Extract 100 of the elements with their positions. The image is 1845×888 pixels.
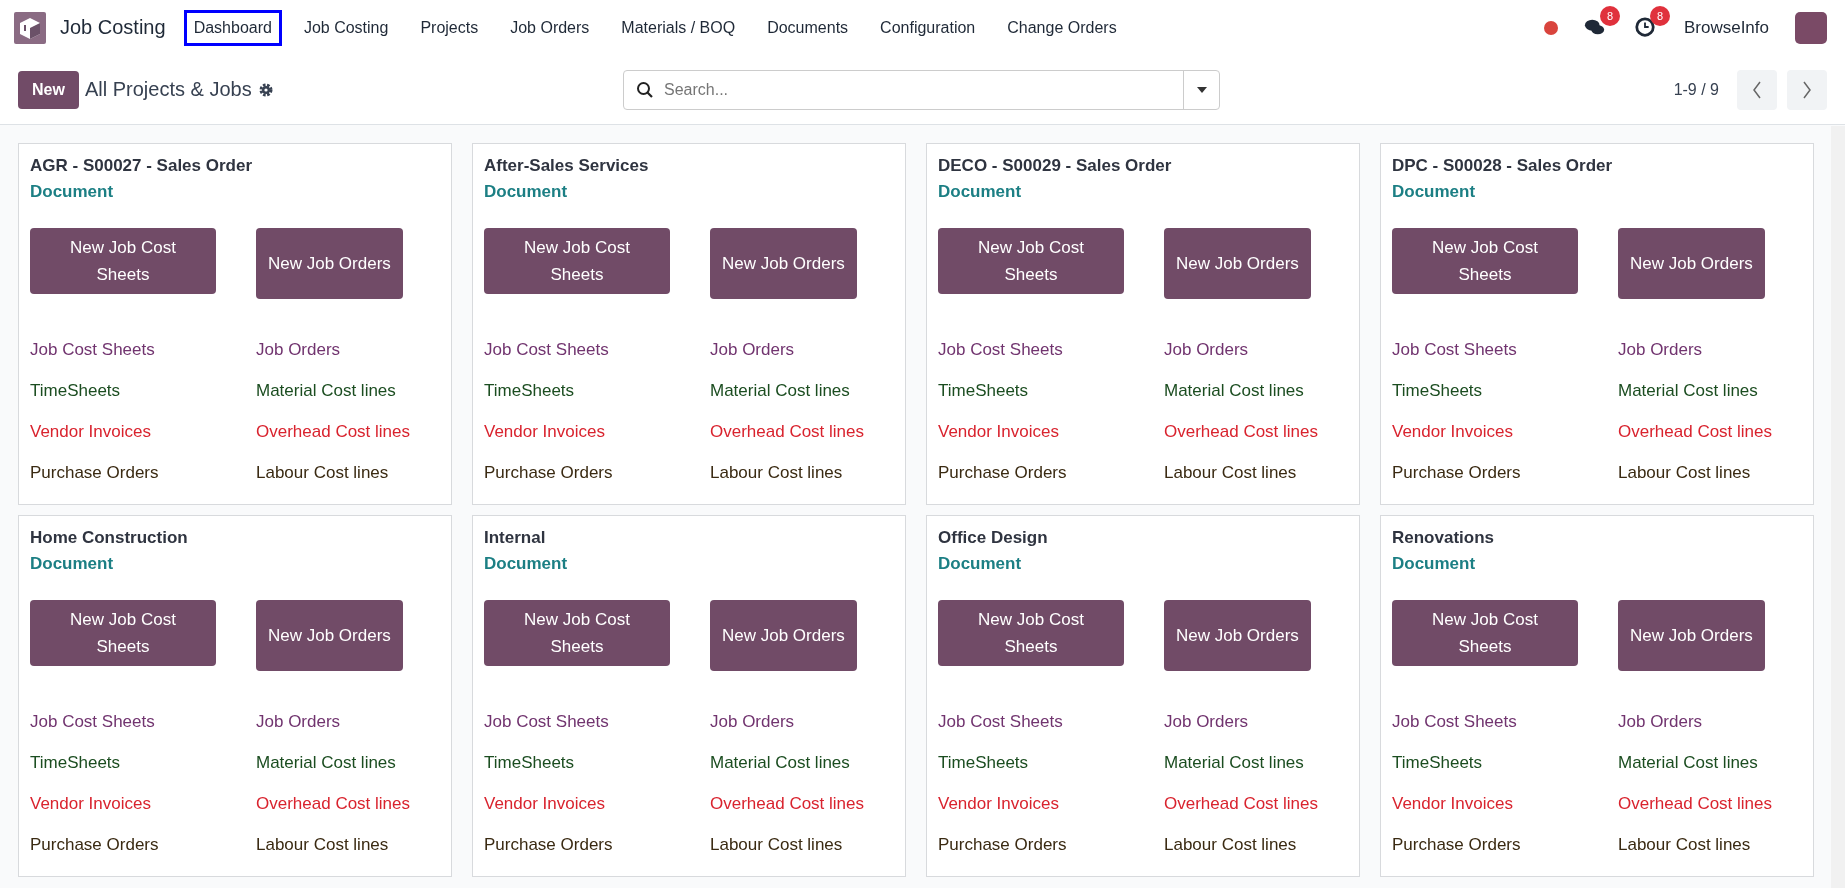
record-link[interactable]: Overhead Cost lines bbox=[1618, 793, 1773, 814]
record-link[interactable]: Vendor Invoices bbox=[938, 793, 1059, 814]
menu-item[interactable]: Job Orders bbox=[500, 9, 600, 46]
record-link[interactable]: Material Cost lines bbox=[1618, 380, 1758, 401]
record-link[interactable]: Job Cost Sheets bbox=[1392, 339, 1517, 360]
record-link[interactable]: Job Orders bbox=[256, 339, 341, 360]
new-button[interactable]: New bbox=[18, 70, 79, 109]
document-link[interactable]: Document bbox=[1392, 554, 1476, 574]
clock-icon[interactable] bbox=[1633, 15, 1656, 38]
record-link[interactable]: Material Cost lines bbox=[710, 752, 850, 773]
document-link[interactable]: Document bbox=[30, 554, 114, 574]
project-card[interactable]: AGR - S00027 - Sales Order Document New Job Cost Sheets New Job Orders Job Cost Sheets Job Orders TimeSheets Material Cost lines Vendor Invoices Overhead Cost lines Purchase Orders Labour Cost lines bbox=[18, 143, 452, 505]
create-button[interactable]: New Job Cost Sheets bbox=[1392, 228, 1578, 294]
record-link[interactable]: Labour Cost lines bbox=[1164, 834, 1297, 855]
menu-item[interactable]: Dashboard bbox=[183, 9, 282, 46]
create-button[interactable]: New Job Orders bbox=[256, 600, 403, 671]
record-link[interactable]: Labour Cost lines bbox=[256, 834, 389, 855]
document-link[interactable]: Document bbox=[938, 554, 1022, 574]
record-link[interactable]: Vendor Invoices bbox=[30, 793, 151, 814]
record-link[interactable]: Job Orders bbox=[1164, 711, 1249, 732]
create-button[interactable]: New Job Orders bbox=[710, 228, 857, 299]
record-link[interactable]: TimeSheets bbox=[1392, 380, 1483, 401]
record-link[interactable]: Material Cost lines bbox=[1164, 752, 1304, 773]
record-link[interactable]: Vendor Invoices bbox=[1392, 793, 1513, 814]
record-link[interactable]: Job Cost Sheets bbox=[30, 711, 155, 732]
record-link[interactable]: TimeSheets bbox=[1392, 752, 1483, 773]
create-button[interactable]: New Job Cost Sheets bbox=[484, 228, 670, 294]
record-link[interactable]: Purchase Orders bbox=[484, 462, 613, 483]
document-link[interactable]: Document bbox=[938, 182, 1022, 202]
create-button[interactable]: New Job Cost Sheets bbox=[938, 600, 1124, 666]
user-avatar[interactable] bbox=[1795, 11, 1827, 44]
record-link[interactable]: Labour Cost lines bbox=[710, 462, 843, 483]
record-link[interactable]: Labour Cost lines bbox=[1618, 462, 1751, 483]
record-link[interactable]: Job Cost Sheets bbox=[1392, 711, 1517, 732]
record-link[interactable]: Purchase Orders bbox=[1392, 834, 1521, 855]
record-link[interactable]: Material Cost lines bbox=[256, 380, 396, 401]
record-link[interactable]: Labour Cost lines bbox=[256, 462, 389, 483]
record-link[interactable]: Vendor Invoices bbox=[938, 421, 1059, 442]
record-link[interactable]: TimeSheets bbox=[30, 380, 121, 401]
record-link[interactable]: Purchase Orders bbox=[30, 462, 159, 483]
record-link[interactable]: Material Cost lines bbox=[1164, 380, 1304, 401]
record-link[interactable]: Overhead Cost lines bbox=[256, 793, 411, 814]
create-button[interactable]: New Job Cost Sheets bbox=[938, 228, 1124, 294]
project-card[interactable]: Office Design Document New Job Cost Sheets New Job Orders Job Cost Sheets Job Orders TimeSheets Material Cost lines Vendor Invoices Overhead Cost lines Purchase Orders Labour Cost lines bbox=[926, 515, 1360, 877]
create-button[interactable]: New Job Orders bbox=[1618, 228, 1765, 299]
record-link[interactable]: Job Orders bbox=[256, 711, 341, 732]
record-link[interactable]: TimeSheets bbox=[938, 752, 1029, 773]
record-link[interactable]: Job Cost Sheets bbox=[484, 711, 609, 732]
record-link[interactable]: TimeSheets bbox=[30, 752, 121, 773]
record-link[interactable]: Vendor Invoices bbox=[30, 421, 151, 442]
record-link[interactable]: Purchase Orders bbox=[938, 834, 1067, 855]
create-button[interactable]: New Job Orders bbox=[1618, 600, 1765, 671]
record-link[interactable]: Job Cost Sheets bbox=[30, 339, 155, 360]
status-dot-icon[interactable] bbox=[1543, 20, 1558, 35]
record-link[interactable]: Job Cost Sheets bbox=[938, 711, 1063, 732]
record-link[interactable]: Job Orders bbox=[1618, 339, 1703, 360]
menu-item[interactable]: Configuration bbox=[870, 9, 986, 46]
record-link[interactable]: Overhead Cost lines bbox=[256, 421, 411, 442]
menu-item[interactable]: Documents bbox=[757, 9, 859, 46]
record-link[interactable]: Material Cost lines bbox=[710, 380, 850, 401]
document-link[interactable]: Document bbox=[484, 554, 568, 574]
menu-item[interactable]: Job Costing bbox=[293, 9, 399, 46]
create-button[interactable]: New Job Cost Sheets bbox=[484, 600, 670, 666]
record-link[interactable]: Purchase Orders bbox=[938, 462, 1067, 483]
record-link[interactable]: Purchase Orders bbox=[484, 834, 613, 855]
settings-icon[interactable] bbox=[257, 81, 274, 98]
record-link[interactable]: TimeSheets bbox=[938, 380, 1029, 401]
create-button[interactable]: New Job Cost Sheets bbox=[30, 228, 216, 294]
menu-item[interactable]: Materials / BOQ bbox=[611, 9, 746, 46]
create-button[interactable]: New Job Cost Sheets bbox=[30, 600, 216, 666]
record-link[interactable]: Overhead Cost lines bbox=[1618, 421, 1773, 442]
record-link[interactable]: Vendor Invoices bbox=[1392, 421, 1513, 442]
project-card[interactable]: DPC - S00028 - Sales Order Document New Job Cost Sheets New Job Orders Job Cost Sheets Job Orders TimeSheets Material Cost lines Vendor Invoices Overhead Cost lines Purchase Orders Labour Cost lines bbox=[1380, 143, 1814, 505]
record-link[interactable]: Job Cost Sheets bbox=[938, 339, 1063, 360]
record-link[interactable]: Material Cost lines bbox=[256, 752, 396, 773]
record-link[interactable]: Labour Cost lines bbox=[710, 834, 843, 855]
record-link[interactable]: Job Orders bbox=[710, 711, 795, 732]
document-link[interactable]: Document bbox=[1392, 182, 1476, 202]
record-link[interactable]: TimeSheets bbox=[484, 380, 575, 401]
create-button[interactable]: New Job Orders bbox=[710, 600, 857, 671]
create-button[interactable]: New Job Orders bbox=[1164, 600, 1311, 671]
record-link[interactable]: Purchase Orders bbox=[1392, 462, 1521, 483]
record-link[interactable]: Vendor Invoices bbox=[484, 793, 605, 814]
document-link[interactable]: Document bbox=[30, 182, 114, 202]
scrollbar[interactable] bbox=[1831, 126, 1845, 888]
create-button[interactable]: New Job Cost Sheets bbox=[1392, 600, 1578, 666]
record-link[interactable]: Job Orders bbox=[1164, 339, 1249, 360]
create-button[interactable]: New Job Orders bbox=[256, 228, 403, 299]
project-card[interactable]: Internal Document New Job Cost Sheets New Job Orders Job Cost Sheets Job Orders TimeSheets Material Cost lines Vendor Invoices Overhead Cost lines Purchase Orders Labour Cost lines bbox=[472, 515, 906, 877]
menu-item[interactable]: Projects bbox=[410, 9, 489, 46]
record-link[interactable]: Purchase Orders bbox=[30, 834, 159, 855]
menu-item[interactable]: Change Orders bbox=[997, 9, 1127, 46]
record-link[interactable]: Overhead Cost lines bbox=[1164, 793, 1319, 814]
company-name[interactable]: BrowseInfo bbox=[1683, 17, 1769, 38]
create-button[interactable]: New Job Orders bbox=[1164, 228, 1311, 299]
record-link[interactable]: Labour Cost lines bbox=[1618, 834, 1751, 855]
project-card[interactable]: Home Construction Document New Job Cost Sheets New Job Orders Job Cost Sheets Job Orders TimeSheets Material Cost lines Vendor Invoices Overhead Cost lines Purchase Orders Labour Cost lines bbox=[18, 515, 452, 877]
pager-value[interactable]: 1-9 / 9 bbox=[1673, 80, 1719, 99]
record-link[interactable]: TimeSheets bbox=[484, 752, 575, 773]
record-link[interactable]: Labour Cost lines bbox=[1164, 462, 1297, 483]
